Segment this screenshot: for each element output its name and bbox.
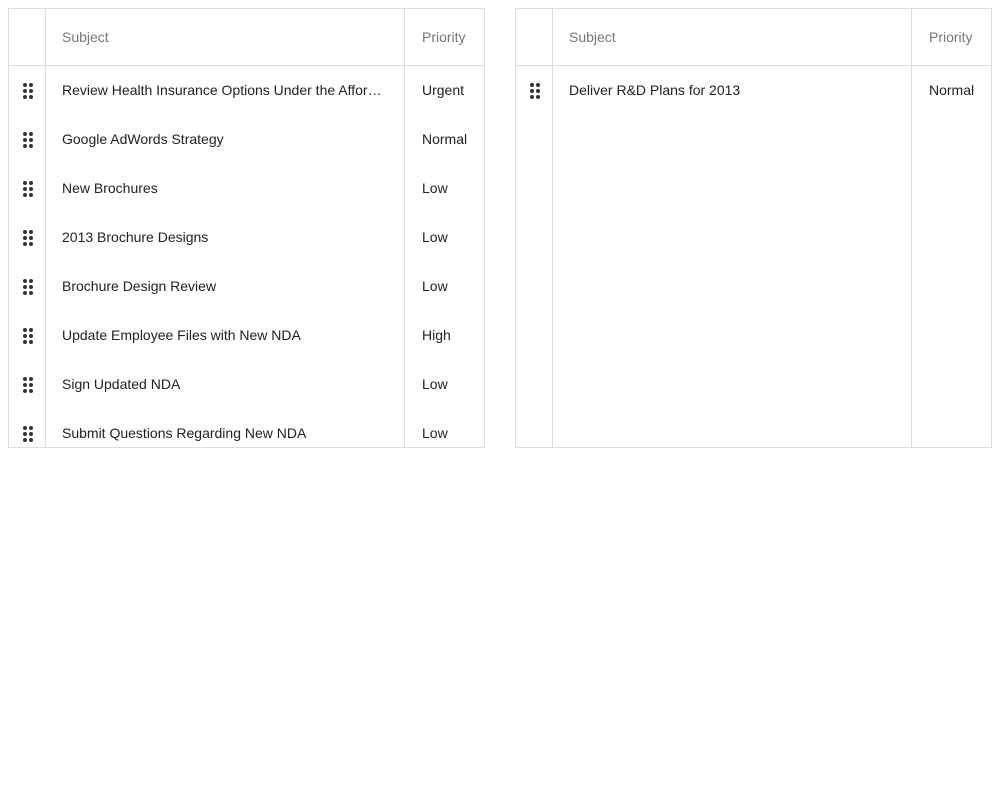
table-row[interactable]: Submit Questions Regarding New NDA Low (9, 409, 484, 447)
table-row[interactable]: Sign Updated NDA Low (9, 360, 484, 409)
table-row[interactable]: Review Health Insurance Options Under th… (9, 66, 484, 115)
cell-subject: Brochure Design Review (62, 278, 217, 294)
cell-subject: Sign Updated NDA (62, 376, 181, 392)
column-header-subject[interactable]: Subject (553, 9, 912, 65)
grid-rows: Deliver R&D Plans for 2013 Normal (516, 66, 991, 115)
left-grid: Subject Priority Review Health Insurance… (8, 8, 485, 448)
cell-priority: High (422, 327, 451, 343)
cell-priority: Normal (422, 131, 468, 147)
column-header-priority[interactable]: Priority (913, 9, 991, 65)
grid-header: Subject Priority (516, 9, 991, 66)
grid-rows: Review Health Insurance Options Under th… (9, 66, 484, 447)
cell-priority: Urgent (422, 82, 465, 98)
grid-header: Subject Priority (9, 9, 484, 66)
cell-subject: Deliver R&D Plans for 2013 (569, 82, 741, 98)
right-grid: Subject Priority Deliver R&D Plans for 2… (515, 8, 992, 448)
cell-subject: Review Health Insurance Options Under th… (62, 82, 405, 98)
cell-subject: 2013 Brochure Designs (62, 229, 209, 245)
cell-priority: Normal (929, 82, 975, 98)
table-row[interactable]: Update Employee Files with New NDA High (9, 311, 484, 360)
table-row[interactable]: New Brochures Low (9, 164, 484, 213)
drag-handle-icon[interactable] (9, 409, 46, 447)
table-row[interactable]: Google AdWords Strategy Normal (9, 115, 484, 164)
cell-priority: Low (422, 278, 448, 294)
table-row[interactable]: Deliver R&D Plans for 2013 Normal (516, 66, 991, 115)
drag-handle-icon[interactable] (516, 66, 553, 115)
drag-handle-icon[interactable] (9, 213, 46, 262)
drag-handle-icon[interactable] (9, 66, 46, 115)
cell-priority: Low (422, 180, 448, 196)
cell-priority: Low (422, 229, 448, 245)
drag-handle-icon[interactable] (9, 115, 46, 164)
drag-handle-icon[interactable] (9, 164, 46, 213)
drag-handle-icon[interactable] (9, 262, 46, 311)
cell-subject: Update Employee Files with New NDA (62, 327, 301, 343)
table-row[interactable]: 2013 Brochure Designs Low (9, 213, 484, 262)
column-header-subject[interactable]: Subject (46, 9, 405, 65)
cell-subject: New Brochures (62, 180, 158, 196)
cell-priority: Low (422, 376, 448, 392)
drag-handle-icon[interactable] (9, 360, 46, 409)
cell-subject: Google AdWords Strategy (62, 131, 224, 147)
cell-priority: Low (422, 425, 448, 441)
drag-handle-icon[interactable] (9, 311, 46, 360)
column-header-priority[interactable]: Priority (406, 9, 484, 65)
table-row[interactable]: Brochure Design Review Low (9, 262, 484, 311)
cell-subject: Submit Questions Regarding New NDA (62, 425, 307, 441)
